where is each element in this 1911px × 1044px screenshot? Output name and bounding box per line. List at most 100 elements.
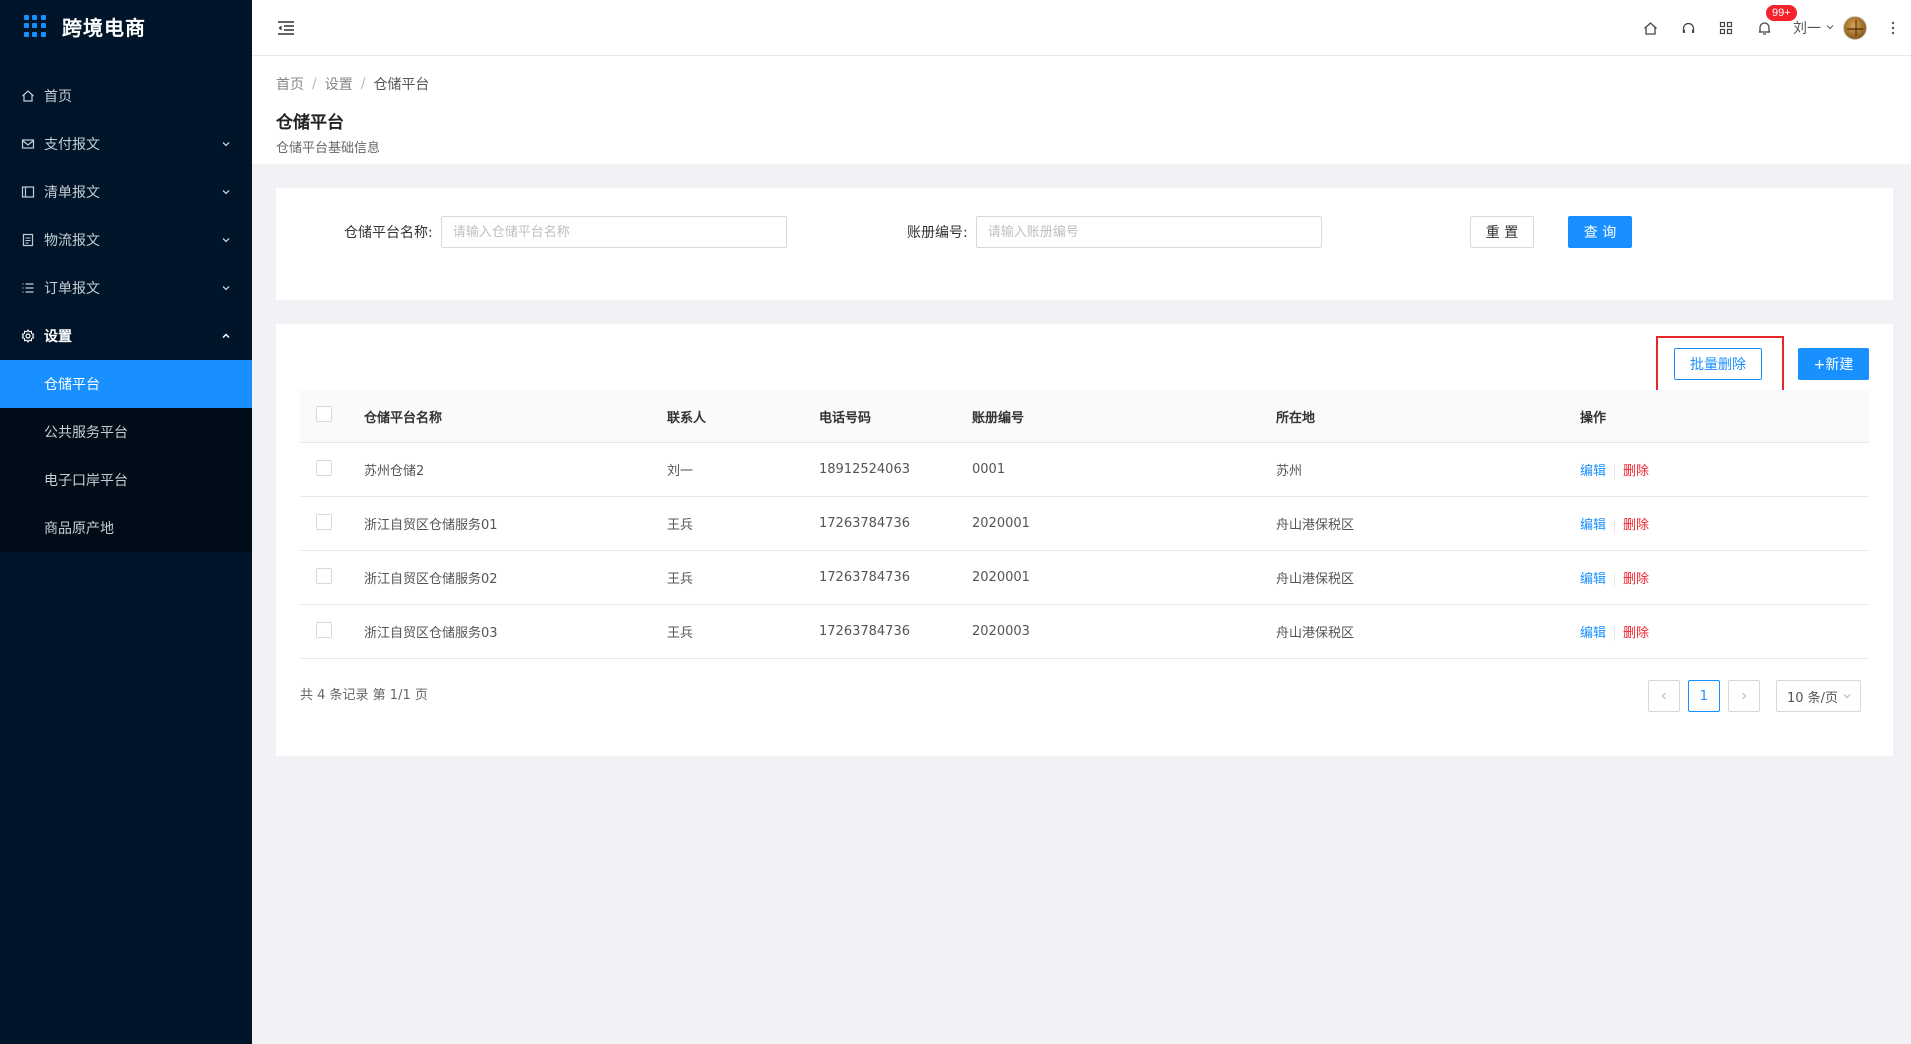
page-button-current[interactable]: 1 (1687, 680, 1720, 712)
edit-link[interactable]: 编辑 (1580, 518, 1606, 533)
cell-contact: 王兵 (667, 572, 694, 587)
chevron-down-icon (1825, 20, 1835, 36)
cell-phone: 17263784736 (819, 624, 910, 639)
action-divider (1614, 464, 1616, 479)
next-page-button[interactable] (1727, 680, 1760, 712)
table-row: 苏州仓储2 刘一 18912524063 0001 苏州 编辑 删除 (300, 443, 1869, 497)
header-checkbox-cell (300, 406, 364, 426)
sidebar-item-logistics[interactable]: 物流报文 (0, 216, 252, 264)
row-checkbox[interactable] (316, 459, 332, 476)
cell-phone: 18912524063 (819, 462, 910, 477)
query-button[interactable]: 查 询 (1568, 216, 1632, 248)
sidebar-item-orders[interactable]: 订单报文 (0, 264, 252, 312)
sidebar-item-warehouse-platform[interactable]: 仓储平台 (0, 360, 252, 408)
batch-delete-button[interactable]: 批量删除 (1674, 348, 1762, 380)
page-subtitle: 仓储平台基础信息 (276, 141, 381, 156)
cell-phone: 17263784736 (819, 516, 910, 531)
row-checkbox-cell (300, 567, 364, 588)
sidebar-item-manifest[interactable]: 清单报文 (0, 168, 252, 216)
row-checkbox[interactable] (316, 567, 332, 584)
cell-book: 0001 (972, 462, 1006, 477)
reset-button[interactable]: 重 置 (1470, 216, 1534, 248)
page-size-select[interactable]: 10 条/页 (1775, 680, 1861, 712)
user-menu[interactable]: 刘一 (1793, 16, 1867, 40)
home-icon (20, 88, 36, 104)
cell-contact: 刘一 (667, 464, 694, 479)
headset-icon[interactable] (1669, 0, 1707, 56)
cell-location: 舟山港保税区 (1276, 626, 1355, 641)
cell-name: 浙江自贸区仓储服务03 (364, 626, 498, 641)
pagination-summary: 共 4 条记录 第 1/1 页 (300, 688, 428, 703)
chevron-down-icon (220, 138, 232, 150)
breadcrumb-home[interactable]: 首页 (276, 74, 304, 94)
breadcrumb: 首页 / 设置 / 仓储平台 (276, 74, 1887, 94)
header-actions: 99+ 刘一 (1631, 0, 1911, 56)
sidebar-item-e-port-platform[interactable]: 电子口岸平台 (0, 456, 252, 504)
sidebar-item-origin[interactable]: 商品原产地 (0, 504, 252, 552)
cell-location: 舟山港保税区 (1276, 572, 1355, 587)
column-header: 电话号码 (819, 410, 872, 426)
more-vertical-icon[interactable] (1875, 0, 1911, 56)
table-header: 仓储平台名称 联系人 电话号码 账册编号 所在地 操作 (300, 390, 1869, 443)
book-label: 账册编号: (907, 225, 968, 241)
mail-icon (20, 136, 36, 152)
table-row: 浙江自贸区仓储服务02 王兵 17263784736 2020001 舟山港保税… (300, 551, 1869, 605)
edit-link[interactable]: 编辑 (1580, 464, 1606, 479)
cell-book: 2020003 (972, 624, 1030, 639)
cell-name: 苏州仓储2 (364, 464, 425, 479)
delete-link[interactable]: 删除 (1623, 464, 1649, 479)
breadcrumb-current: 仓储平台 (373, 77, 430, 93)
avatar (1843, 16, 1867, 40)
delete-link[interactable]: 删除 (1623, 518, 1649, 533)
chevron-left-icon (1661, 692, 1666, 700)
search-form: 仓储平台名称: 账册编号: 重 置 查 询 (276, 188, 1893, 300)
cell-location: 舟山港保税区 (1276, 518, 1355, 533)
apps-icon[interactable] (1707, 0, 1745, 56)
edit-link[interactable]: 编辑 (1580, 572, 1606, 587)
chevron-down-icon (1842, 691, 1852, 701)
new-button[interactable]: +新建 (1798, 348, 1869, 380)
data-table: 仓储平台名称 联系人 电话号码 账册编号 所在地 操作 苏州仓储2 刘一 189… (300, 390, 1869, 659)
action-divider (1614, 518, 1616, 533)
notification-badge: 99+ (1765, 4, 1798, 22)
column-header: 仓储平台名称 (364, 410, 443, 426)
page-header: 首页 / 设置 / 仓储平台 仓储平台 仓储平台基础信息 (252, 56, 1911, 164)
edit-link[interactable]: 编辑 (1580, 626, 1606, 641)
name-input[interactable] (440, 216, 787, 248)
column-header: 账册编号 (972, 410, 1025, 426)
chevron-down-icon (220, 186, 232, 198)
prev-page-button[interactable] (1647, 680, 1680, 712)
sidebar-item-payment[interactable]: 支付报文 (0, 120, 252, 168)
chevron-up-icon (220, 330, 232, 342)
sidebar-item-public-service-platform[interactable]: 公共服务平台 (0, 408, 252, 456)
home-icon[interactable] (1631, 0, 1669, 56)
row-checkbox[interactable] (316, 513, 332, 530)
row-checkbox[interactable] (316, 621, 332, 638)
table-row: 浙江自贸区仓储服务03 王兵 17263784736 2020003 舟山港保税… (300, 605, 1869, 659)
chevron-right-icon (1742, 692, 1747, 700)
gear-icon (20, 328, 36, 344)
cell-actions: 编辑 删除 (1580, 622, 1869, 641)
delete-link[interactable]: 删除 (1623, 572, 1649, 587)
sidebar-item-label: 首页 (44, 89, 72, 105)
cell-actions: 编辑 删除 (1580, 568, 1869, 587)
menu-fold-icon[interactable] (276, 18, 296, 38)
row-checkbox-cell (300, 513, 364, 534)
breadcrumb-settings[interactable]: 设置 (325, 74, 353, 94)
select-all-checkbox[interactable] (316, 406, 332, 422)
app-logo[interactable]: 跨境电商 (0, 0, 252, 52)
cell-contact: 王兵 (667, 518, 694, 533)
file-icon (20, 232, 36, 248)
column-header: 操作 (1580, 410, 1607, 426)
sidebar-item-settings[interactable]: 设置 (0, 312, 252, 360)
cell-book: 2020001 (972, 570, 1030, 585)
table-row: 浙江自贸区仓储服务01 王兵 17263784736 2020001 舟山港保税… (300, 497, 1869, 551)
book-input[interactable] (975, 216, 1322, 248)
bell-icon[interactable]: 99+ (1745, 0, 1798, 56)
pagination: 1 10 条/页 (1640, 680, 1861, 712)
sidebar-item-home[interactable]: 首页 (0, 72, 252, 120)
delete-link[interactable]: 删除 (1623, 626, 1649, 641)
action-divider (1614, 572, 1616, 587)
apps-grid-icon (24, 15, 46, 37)
cell-actions: 编辑 删除 (1580, 460, 1869, 479)
